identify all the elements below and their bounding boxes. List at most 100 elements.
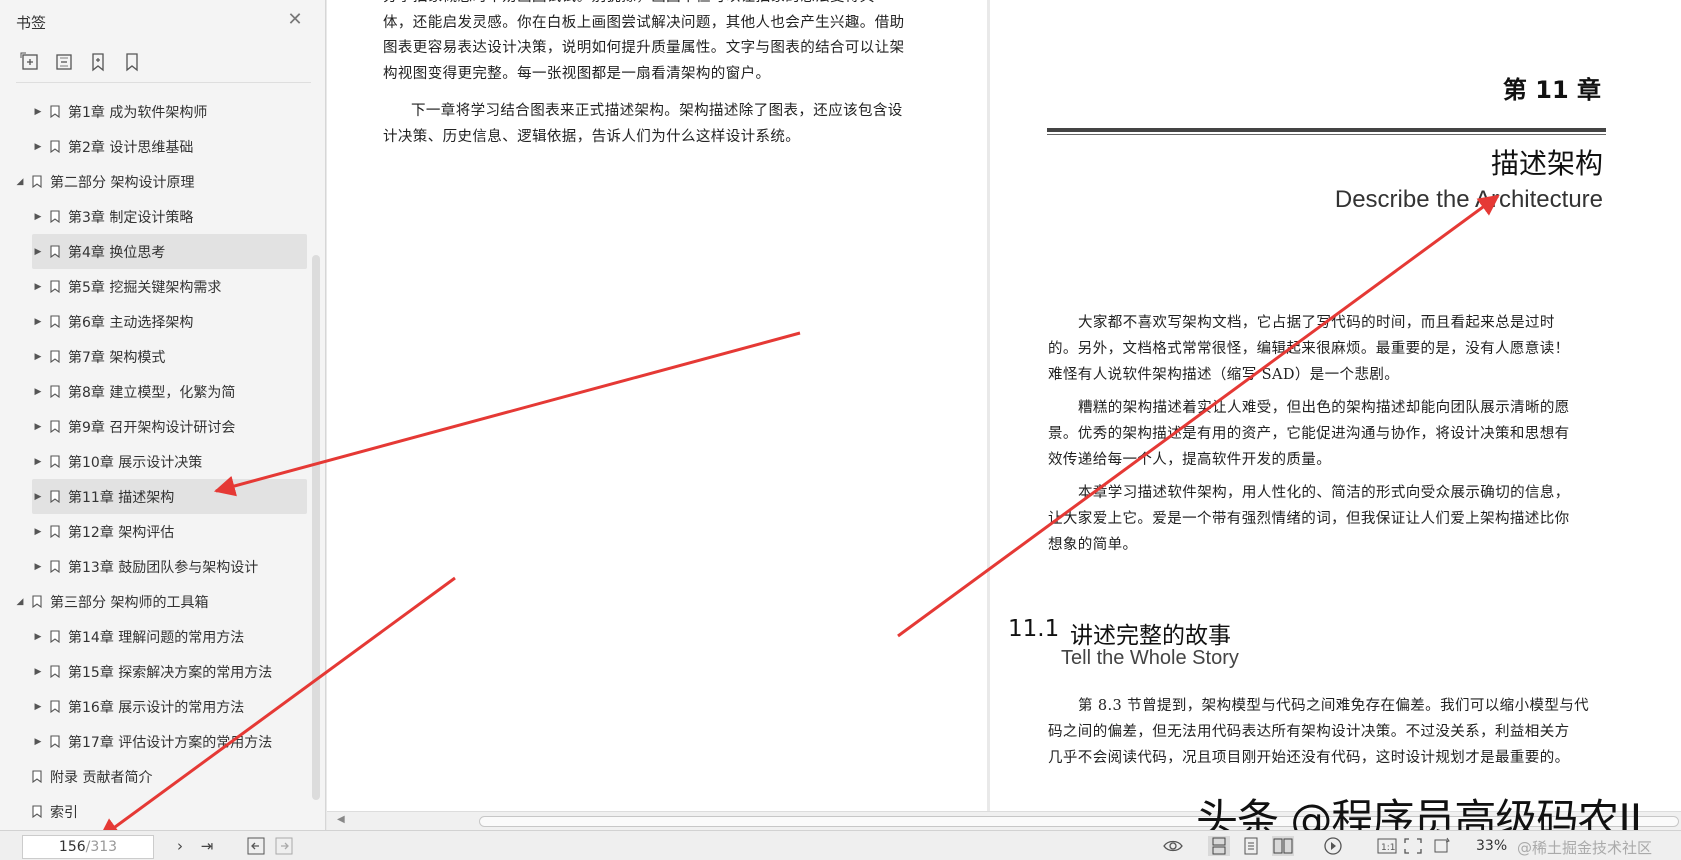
para-3-line-3: 想象的简单。	[1048, 537, 1138, 553]
bookmark-label: 第17章 评估设计方案的常用方法	[68, 734, 273, 751]
bookmark-icon	[50, 350, 60, 363]
bookmark-item[interactable]: ▶ 第6章 主动选择架构	[0, 304, 310, 339]
collapsed-triangle-icon[interactable]: ▶	[32, 562, 44, 572]
collapsed-triangle-icon[interactable]: ▶	[32, 212, 44, 222]
para-1-line-1: 大家都不喜欢写架构文档，它占据了写代码的时间，而且看起来总是过时	[1078, 315, 1555, 331]
bookmark-label: 附录 贡献者简介	[50, 769, 153, 786]
bookmark-item[interactable]: ◢ 第三部分 架构师的工具箱	[0, 584, 310, 619]
collapsed-triangle-icon[interactable]: ▶	[32, 527, 44, 537]
sidebar-toolbar	[20, 52, 142, 72]
zoom-level[interactable]: 33%	[1476, 838, 1507, 854]
chapter-number: 第 11 章	[1502, 76, 1601, 104]
collapsed-triangle-icon[interactable]: ▶	[32, 632, 44, 642]
left-line-3: 图表更容易表达设计决策，说明如何提升质量属性。文字与图表的结合可以让架	[383, 40, 905, 56]
bookmark-item[interactable]: 附录 贡献者简介	[0, 759, 310, 794]
bookmark-label: 第16章 展示设计的常用方法	[68, 699, 245, 716]
collapsed-triangle-icon[interactable]: ▶	[32, 107, 44, 117]
collapsed-triangle-icon[interactable]: ▶	[32, 667, 44, 677]
bookmark-label: 索引	[50, 804, 78, 821]
bookmark-item[interactable]: ▶ 第4章 换位思考	[32, 234, 307, 269]
document-viewport[interactable]: 分享抽象概念时不妨画图试试。别犹豫，画图不但可以让抽象的想法变得具 体，还能启发…	[327, 0, 1681, 830]
forward-icon[interactable]	[273, 836, 295, 856]
bookmark-item[interactable]: ▶ 第3章 制定设计策略	[0, 199, 310, 234]
bookmark-item[interactable]: ▶ 第16章 展示设计的常用方法	[0, 689, 310, 724]
bookmark-label: 第5章 挖掘关键架构需求	[68, 279, 222, 296]
collapsed-triangle-icon[interactable]: ▶	[32, 737, 44, 747]
add-bookmark-icon[interactable]	[88, 52, 108, 72]
bookmark-item[interactable]: ▶ 第11章 描述架构	[32, 479, 307, 514]
expanded-triangle-icon[interactable]: ◢	[14, 177, 26, 187]
bookmark-item[interactable]: ▶ 第1章 成为软件架构师	[0, 94, 310, 129]
sidebar-scrollbar[interactable]	[312, 255, 320, 800]
bookmark-item[interactable]: ▶ 第7章 架构模式	[0, 339, 310, 374]
bookmark-icon	[32, 175, 42, 188]
collapsed-triangle-icon[interactable]: ▶	[32, 142, 44, 152]
bookmark-icon	[50, 105, 60, 118]
svg-text:1:1: 1:1	[1381, 843, 1395, 853]
bookmark-icon	[50, 700, 60, 713]
expand-all-icon[interactable]	[20, 52, 40, 72]
page-number-field[interactable]: 156/313	[22, 835, 154, 859]
section-para-line-1: 第 8.3 节曾提到，架构模型与代码之间难免存在偏差。我们可以缩小模型与代	[1078, 698, 1590, 714]
collapsed-triangle-icon[interactable]: ▶	[32, 317, 44, 327]
section-title: 讲述完整的故事	[1070, 623, 1231, 649]
bookmark-label: 第1章 成为软件架构师	[68, 104, 208, 121]
page-right: 第 11 章 描述架构 Describe the Architecture 大家…	[990, 0, 1681, 818]
collapsed-triangle-icon[interactable]: ▶	[32, 247, 44, 257]
rotate-icon[interactable]	[1430, 836, 1452, 856]
bookmark-icon	[50, 210, 60, 223]
eye-icon[interactable]	[1162, 836, 1184, 856]
collapsed-triangle-icon[interactable]: ▶	[32, 492, 44, 502]
bookmark-item[interactable]: ▶ 第13章 鼓励团队参与架构设计	[0, 549, 310, 584]
back-icon[interactable]	[245, 836, 267, 856]
bookmark-item[interactable]: ▶ 第15章 探索解决方案的常用方法	[0, 654, 310, 689]
scroll-left-icon[interactable]: ◀	[337, 814, 345, 825]
bookmark-label: 第2章 设计思维基础	[68, 139, 194, 156]
left-line-2: 体，还能启发灵感。你在白板上画图尝试解决问题，其他人也会产生兴趣。借助	[383, 15, 905, 31]
left-line-5: 下一章将学习结合图表来正式描述架构。架构描述除了图表，还应该包含设	[411, 103, 903, 119]
fit-page-icon[interactable]	[1402, 836, 1424, 856]
two-page-view-icon[interactable]	[1272, 836, 1294, 856]
bookmark-item[interactable]: ▶ 第10章 展示设计决策	[0, 444, 310, 479]
section-number: 11.1	[1008, 616, 1060, 642]
next-page-icon[interactable]: ›	[170, 836, 190, 856]
watermark-secondary: @稀土掘金技术社区	[1517, 839, 1653, 857]
bookmark-item[interactable]: ▶ 第8章 建立模型，化繁为简	[0, 374, 310, 409]
collapse-all-icon[interactable]	[54, 52, 74, 72]
bookmark-item[interactable]: ▶ 第12章 架构评估	[0, 514, 310, 549]
single-page-view-icon[interactable]	[1208, 836, 1230, 856]
last-page-icon[interactable]: ⇥	[197, 836, 217, 856]
chapter-title: 描述架构	[1490, 147, 1603, 180]
collapsed-triangle-icon[interactable]: ▶	[32, 702, 44, 712]
expanded-triangle-icon[interactable]: ◢	[14, 597, 26, 607]
bookmark-icon	[50, 490, 60, 503]
actual-size-icon[interactable]: 1:1	[1376, 836, 1398, 856]
collapsed-triangle-icon[interactable]: ▶	[32, 352, 44, 362]
bookmark-icon	[50, 245, 60, 258]
chapter-rule	[1047, 128, 1606, 132]
collapsed-triangle-icon[interactable]: ▶	[32, 422, 44, 432]
para-1-line-3: 难怪有人说软件架构描述（缩写 SAD）是一个悲剧。	[1048, 367, 1400, 383]
bookmark-item[interactable]: ▶ 第5章 挖掘关键架构需求	[0, 269, 310, 304]
bookmark-item[interactable]: ▶ 第9章 召开架构设计研讨会	[0, 409, 310, 444]
bookmark-item[interactable]: ◢ 第二部分 架构设计原理	[0, 164, 310, 199]
bookmark-icon	[50, 630, 60, 643]
para-2-line-1: 糟糕的架构描述着实让人难受，但出色的架构描述却能向团队展示清晰的愿	[1078, 400, 1570, 416]
bookmark-item[interactable]: 索引	[0, 794, 310, 829]
bookmark-icon	[50, 525, 60, 538]
bookmark-icon	[50, 315, 60, 328]
bookmark-icon[interactable]	[122, 52, 142, 72]
bookmark-icon	[50, 455, 60, 468]
continuous-view-icon[interactable]	[1240, 836, 1262, 856]
close-icon[interactable]: ✕	[285, 10, 305, 30]
bookmark-item[interactable]: ▶ 第17章 评估设计方案的常用方法	[0, 724, 310, 759]
collapsed-triangle-icon[interactable]: ▶	[32, 282, 44, 292]
chapter-rule-thin	[1047, 134, 1606, 135]
para-1-line-2: 的。另外，文档格式常常很怪，编辑起来很麻烦。最重要的是，没有人愿意读！	[1048, 341, 1570, 357]
bookmark-item[interactable]: ▶ 第14章 理解问题的常用方法	[0, 619, 310, 654]
bookmark-item[interactable]: ▶ 第2章 设计思维基础	[0, 129, 310, 164]
play-icon[interactable]	[1322, 836, 1344, 856]
collapsed-triangle-icon[interactable]: ▶	[32, 387, 44, 397]
collapsed-triangle-icon[interactable]: ▶	[32, 457, 44, 467]
bookmark-label: 第3章 制定设计策略	[68, 209, 194, 226]
